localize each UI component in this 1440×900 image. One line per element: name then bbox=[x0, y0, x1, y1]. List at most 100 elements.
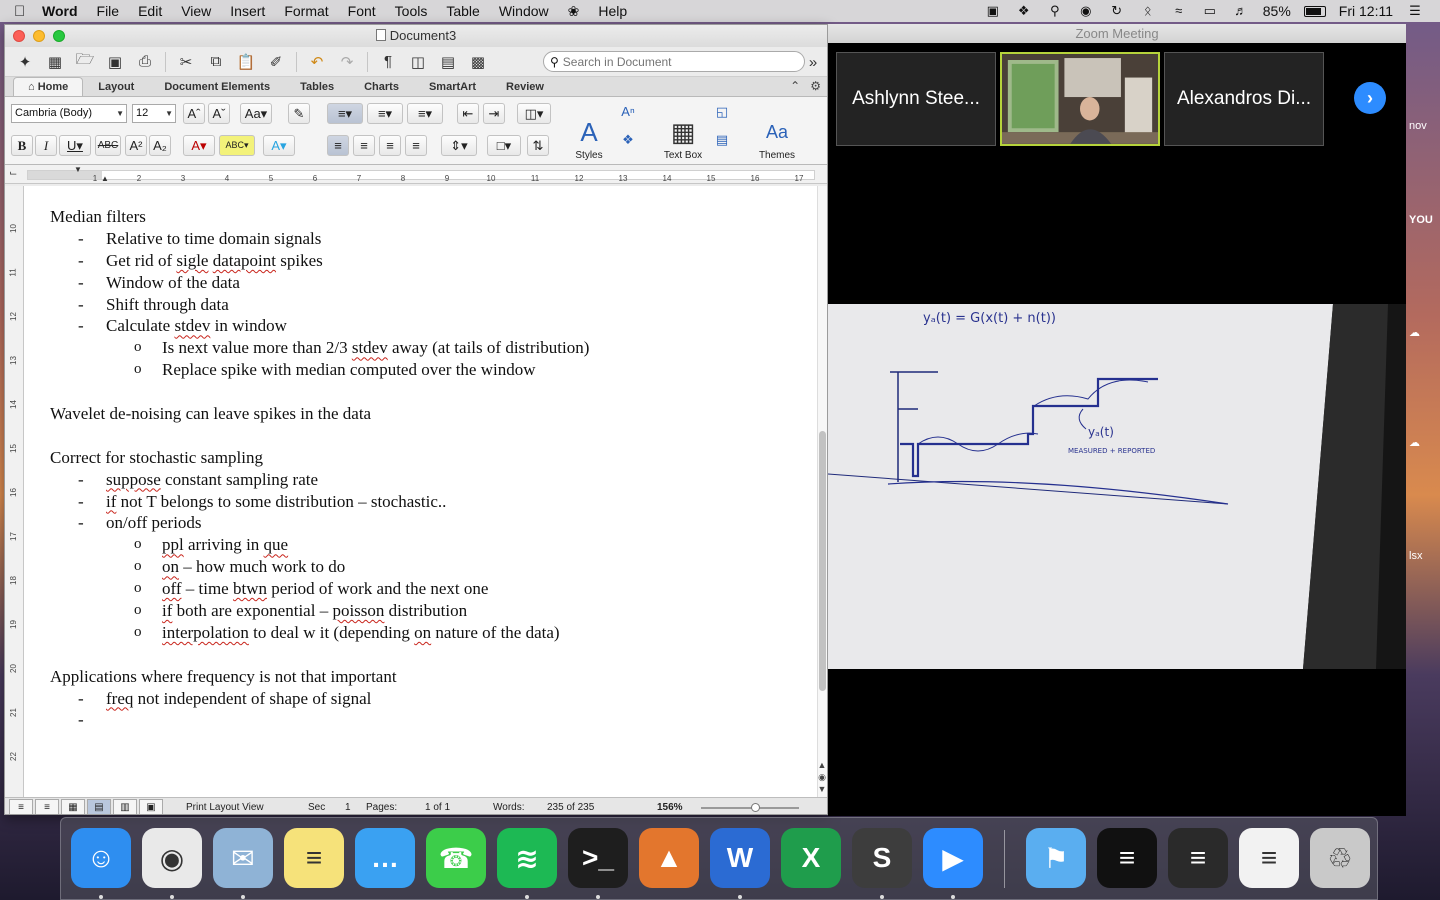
dock-zoom-icon[interactable]: ▶ bbox=[923, 828, 983, 888]
list-item[interactable]: Get rid of sigle datapoint spikes bbox=[50, 250, 807, 272]
picture-icon[interactable]: ▤ bbox=[711, 129, 733, 150]
notebook-view-icon[interactable]: ▥ bbox=[113, 799, 137, 814]
toolbar-overflow-icon[interactable]: » bbox=[801, 51, 825, 73]
apple-menu-icon[interactable]:  bbox=[14, 3, 42, 20]
blank-line[interactable] bbox=[50, 425, 807, 447]
tab-smartart[interactable]: SmartArt bbox=[414, 77, 491, 96]
ribbon-settings-icon[interactable]: ⚙ bbox=[810, 79, 821, 93]
wifi-icon[interactable]: ≈ bbox=[1170, 4, 1188, 18]
browse-navigator[interactable]: ▲ ◉ ▼ bbox=[817, 759, 827, 795]
tab-layout[interactable]: Layout bbox=[83, 77, 149, 96]
menu-app-name[interactable]: Word bbox=[42, 3, 78, 19]
dock-sublime-text-icon[interactable]: S bbox=[852, 828, 912, 888]
grow-font-button[interactable]: Aˆ bbox=[183, 103, 205, 124]
vertical-scroll-thumb[interactable] bbox=[819, 431, 826, 691]
shrink-font-button[interactable]: Aˇ bbox=[208, 103, 230, 124]
notification-center-icon[interactable]: ☰ bbox=[1406, 4, 1424, 18]
list-item[interactable]: suppose constant sampling rate bbox=[50, 469, 807, 491]
list-item[interactable]: Window of the data bbox=[50, 272, 807, 294]
zoom-slider[interactable] bbox=[701, 803, 799, 812]
copy-icon[interactable]: ⧉ bbox=[204, 51, 228, 73]
zoom-status-icon[interactable]: ▣ bbox=[984, 4, 1002, 18]
heading-line[interactable]: Wavelet de-noising can leave spikes in t… bbox=[50, 403, 807, 425]
increase-indent-button[interactable]: ⇥ bbox=[483, 103, 505, 124]
script-menu-icon[interactable]: ❀ bbox=[568, 3, 580, 20]
multilevel-list-button[interactable]: ≡▾ bbox=[407, 103, 443, 124]
dock-excel-icon[interactable]: X bbox=[781, 828, 841, 888]
save-icon[interactable]: ▣ bbox=[103, 51, 127, 73]
dock-notes-icon[interactable]: ≡ bbox=[284, 828, 344, 888]
menu-view[interactable]: View bbox=[181, 3, 211, 19]
time-machine-icon[interactable]: ↻ bbox=[1108, 4, 1126, 18]
search-in-document[interactable]: ⚲ bbox=[543, 51, 805, 72]
participant-tile[interactable]: Ashlynn Stee... bbox=[836, 52, 996, 146]
list-item[interactable]: Replace spike with median computed over … bbox=[50, 359, 807, 381]
toolbox-icon[interactable]: ▩ bbox=[466, 51, 490, 73]
superscript-button[interactable]: A² bbox=[125, 135, 147, 156]
list-item[interactable]: if not T belongs to some distribution – … bbox=[50, 491, 807, 513]
list-item[interactable]: off – time btwn period of work and the n… bbox=[50, 578, 807, 600]
styles-button[interactable]: A Styles bbox=[563, 101, 615, 161]
list-item[interactable]: Relative to time domain signals bbox=[50, 228, 807, 250]
highlight-button[interactable]: ABC▾ bbox=[219, 135, 255, 156]
first-line-indent-marker[interactable]: ▼ bbox=[74, 165, 82, 174]
dock-matlab-icon[interactable]: ▲ bbox=[639, 828, 699, 888]
menu-insert[interactable]: Insert bbox=[230, 3, 265, 19]
font-color-button[interactable]: A▾ bbox=[183, 135, 215, 156]
menu-table[interactable]: Table bbox=[446, 3, 479, 19]
words-value[interactable]: 235 of 235 bbox=[547, 802, 594, 813]
style-pane-icon[interactable]: ❖ bbox=[617, 129, 639, 150]
tab-review[interactable]: Review bbox=[491, 77, 559, 96]
themes-button[interactable]: Aa Themes bbox=[751, 101, 803, 161]
dock-sublime-window-icon[interactable]: ≡ bbox=[1168, 828, 1228, 888]
menu-font[interactable]: Font bbox=[348, 3, 376, 19]
tab-charts[interactable]: Charts bbox=[349, 77, 414, 96]
zoom-window-button[interactable] bbox=[53, 30, 65, 42]
blank-line[interactable] bbox=[50, 644, 807, 666]
list-item[interactable]: Is next value more than 2/3 stdev away (… bbox=[50, 337, 807, 359]
dock-chrome-icon[interactable]: ◉ bbox=[142, 828, 202, 888]
next-page-arrow-icon[interactable]: › bbox=[1354, 82, 1386, 114]
siri-icon[interactable]: ◉ bbox=[1077, 4, 1095, 18]
focus-view-icon[interactable]: ▣ bbox=[139, 799, 163, 814]
bold-button[interactable]: B bbox=[11, 135, 33, 156]
dock-downloads-icon[interactable]: ⚑ bbox=[1026, 828, 1086, 888]
underline-button[interactable]: U▾ bbox=[59, 135, 91, 156]
blank-line[interactable] bbox=[50, 381, 807, 403]
battery-icon[interactable] bbox=[1303, 5, 1326, 17]
clear-formatting-button[interactable]: ✎ bbox=[288, 103, 310, 124]
sidebar-toggle-icon[interactable]: ◫ bbox=[406, 51, 430, 73]
list-item[interactable] bbox=[50, 709, 807, 731]
document-body[interactable]: Median filters Relative to time domain si… bbox=[50, 206, 807, 731]
undo-icon[interactable]: ↶ bbox=[305, 51, 329, 73]
tab-stop-selector-icon[interactable]: ⌙ bbox=[9, 168, 17, 179]
participant-tile[interactable]: Alexandros Di... bbox=[1164, 52, 1324, 146]
open-folder-icon[interactable]: 🗁 bbox=[73, 51, 97, 73]
list-item[interactable]: interpolation to deal w it (depending on… bbox=[50, 622, 807, 644]
dock-word-icon[interactable]: W bbox=[710, 828, 770, 888]
search-icon[interactable]: ⚲ bbox=[1046, 4, 1064, 18]
menu-file[interactable]: File bbox=[97, 3, 120, 19]
tab-tables[interactable]: Tables bbox=[285, 77, 349, 96]
change-case-button[interactable]: Aa▾ bbox=[240, 103, 272, 124]
active-speaker-tile[interactable] bbox=[1000, 52, 1160, 146]
cut-icon[interactable]: ✂ bbox=[174, 51, 198, 73]
outline-view-icon[interactable]: ≡ bbox=[35, 799, 59, 814]
borders-button[interactable]: □▾ bbox=[487, 135, 521, 156]
horizontal-ruler[interactable]: ⌙ 1 2 3 4 5 6 7 8 9 10 11 12 13 14 15 16… bbox=[5, 165, 827, 184]
dock-preview-icon[interactable]: ✉ bbox=[213, 828, 273, 888]
dock-terminal-icon[interactable]: >_ bbox=[568, 828, 628, 888]
draft-view-icon[interactable]: ≡ bbox=[9, 799, 33, 814]
print-icon[interactable]: ⎙ bbox=[133, 51, 157, 73]
format-painter-icon[interactable]: ✐ bbox=[264, 51, 288, 73]
heading-line[interactable]: Median filters bbox=[50, 206, 807, 228]
align-right-button[interactable]: ≡ bbox=[379, 135, 401, 156]
heading-line[interactable]: Correct for stochastic sampling bbox=[50, 447, 807, 469]
bullets-button[interactable]: ≡▾ bbox=[327, 103, 363, 124]
collapse-ribbon-icon[interactable]: ⌃ bbox=[790, 79, 800, 93]
list-item[interactable]: if both are exponential – poisson distri… bbox=[50, 600, 807, 622]
align-center-button[interactable]: ≡ bbox=[353, 135, 375, 156]
font-name-select[interactable]: Cambria (Body) ▼ bbox=[11, 104, 127, 123]
shapes-icon[interactable]: ◱ bbox=[711, 101, 733, 122]
list-item[interactable]: on – how much work to do bbox=[50, 556, 807, 578]
